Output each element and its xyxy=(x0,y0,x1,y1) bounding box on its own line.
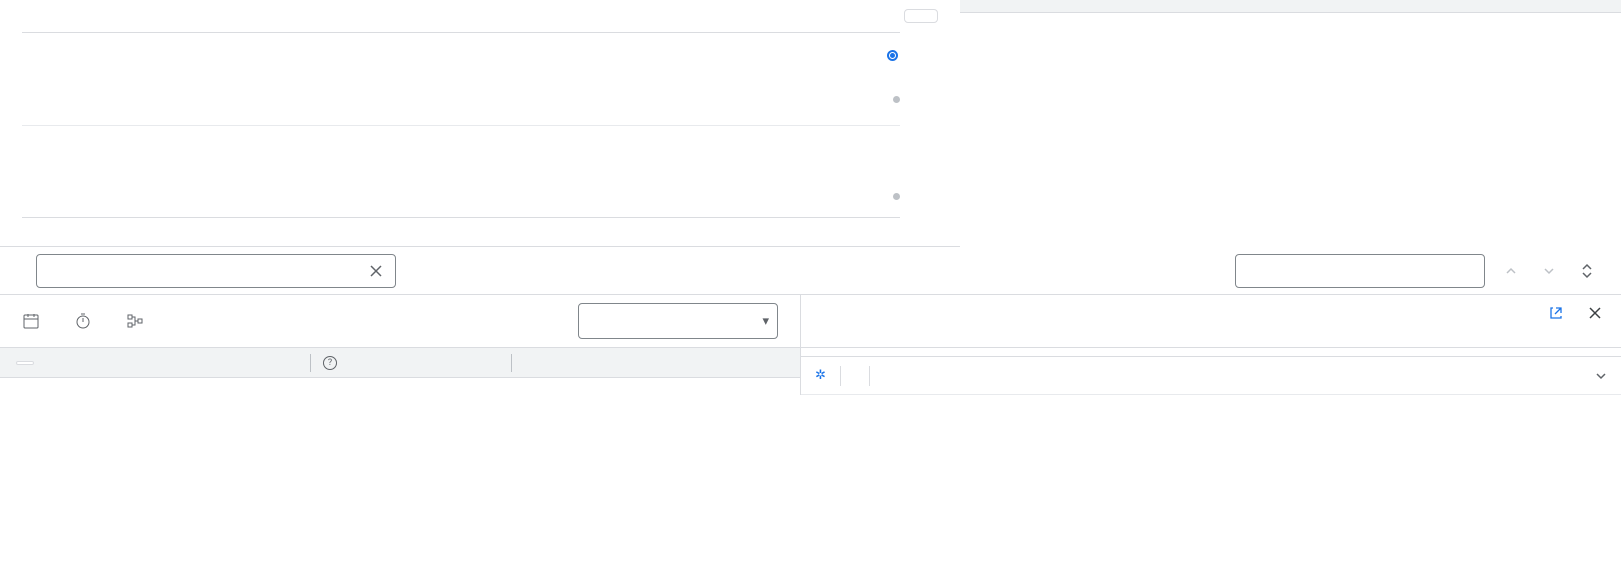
view-logs-link[interactable] xyxy=(1549,306,1569,320)
find-next-icon[interactable] xyxy=(1537,261,1561,281)
spans-icon xyxy=(126,312,146,330)
calendar-icon xyxy=(22,312,42,330)
trace-id-input[interactable] xyxy=(49,263,365,278)
trace-meta-row: ▾ xyxy=(0,295,800,348)
traces-table xyxy=(960,0,1621,247)
col-time[interactable] xyxy=(1456,0,1621,13)
col-url[interactable] xyxy=(1291,0,1456,13)
find-in-trace-input[interactable] xyxy=(1235,254,1485,288)
logs-events-select[interactable]: ▾ xyxy=(578,303,778,339)
help-icon[interactable]: ? xyxy=(323,356,337,370)
caret-down-icon: ▾ xyxy=(762,314,769,329)
trace-scatter-panel xyxy=(0,0,960,247)
trace-details-bar xyxy=(0,247,1621,295)
chart-point[interactable] xyxy=(893,96,900,103)
chart-point[interactable] xyxy=(893,193,900,200)
span-details-panel: ✲ xyxy=(800,348,1621,395)
bug-icon: ✲ xyxy=(815,368,826,383)
trace-id-field[interactable] xyxy=(36,254,396,288)
col-latency[interactable] xyxy=(960,0,1125,13)
external-link-icon xyxy=(1549,306,1563,320)
collapse-all-button[interactable] xyxy=(16,361,34,365)
col-http-method[interactable] xyxy=(1125,0,1290,13)
clear-icon[interactable] xyxy=(365,260,387,282)
event-row[interactable]: ✲ xyxy=(801,357,1621,395)
chevron-down-icon[interactable] xyxy=(1595,370,1607,382)
reset-button[interactable] xyxy=(904,9,938,23)
expand-collapse-icon[interactable] xyxy=(1575,259,1599,283)
close-icon[interactable] xyxy=(1583,301,1607,325)
table-header-row xyxy=(960,0,1621,13)
waterfall-panel: ? xyxy=(0,348,800,395)
chart-plot-area[interactable] xyxy=(22,32,900,218)
find-prev-icon[interactable] xyxy=(1499,261,1523,281)
stopwatch-icon xyxy=(74,312,94,330)
chart-point-selected[interactable] xyxy=(887,50,898,61)
